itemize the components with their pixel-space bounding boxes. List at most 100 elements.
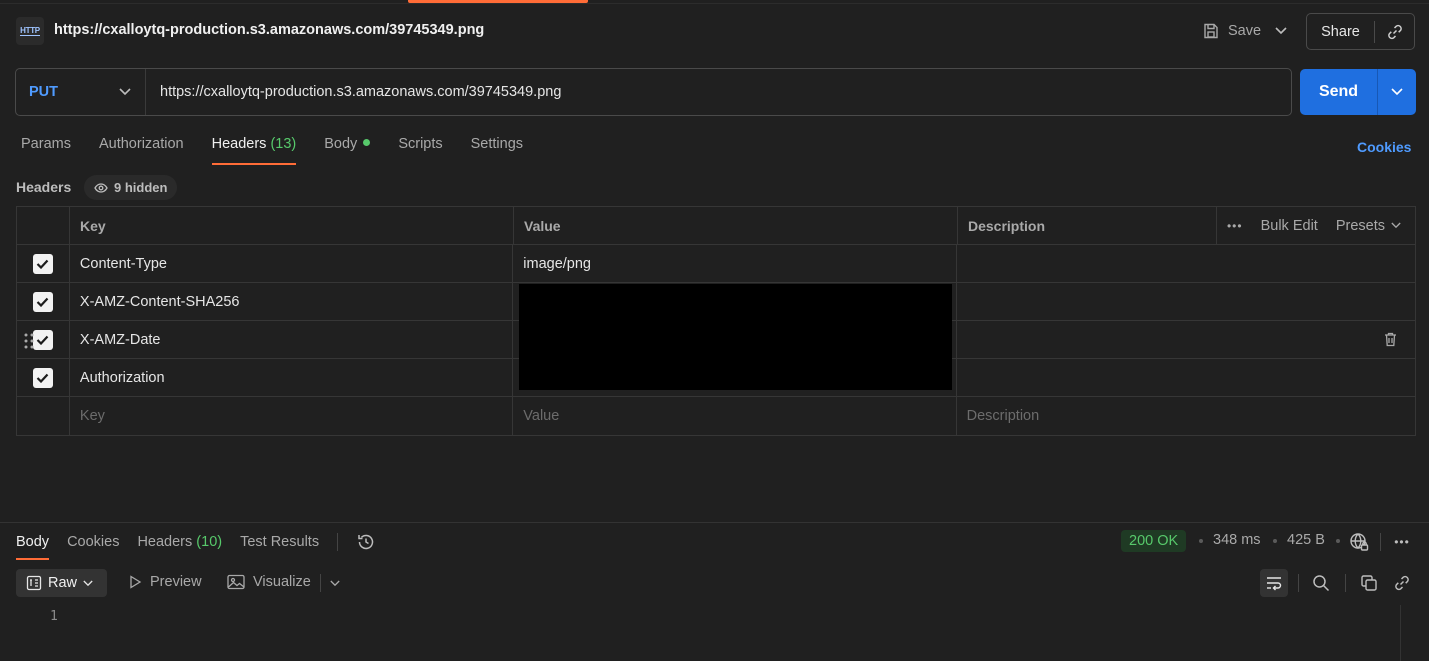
table-row: Content-Type image/png — [17, 245, 1415, 283]
format-selector[interactable]: Raw — [16, 569, 107, 597]
history-icon[interactable] — [356, 532, 376, 552]
copy-link-response-button[interactable] — [1391, 572, 1413, 594]
divider — [1345, 574, 1346, 592]
search-icon — [1313, 575, 1330, 592]
row-select — [17, 321, 70, 358]
tab-params[interactable]: Params — [21, 136, 71, 162]
divider — [320, 574, 321, 592]
response-tab-headers[interactable]: Headers (10) — [137, 534, 222, 559]
method-selector[interactable]: PUT — [16, 69, 146, 115]
header-key-cell[interactable]: Authorization — [70, 359, 514, 396]
divider — [337, 533, 339, 551]
response-tab-cookies[interactable]: Cookies — [67, 534, 119, 559]
header-value-cell[interactable]: image/png — [513, 245, 957, 282]
header-description-cell[interactable] — [957, 283, 1415, 320]
row-checkbox[interactable] — [32, 329, 53, 350]
separator-dot — [1199, 539, 1203, 543]
chevron-down-icon — [83, 580, 93, 586]
copy-link-button[interactable] — [1375, 23, 1414, 41]
response-headers-label: Headers — [137, 534, 193, 550]
response-headers-count: (10) — [196, 534, 223, 550]
table-header-row: Key Value Description ••• Bulk Edit Pres… — [17, 207, 1415, 245]
divider — [1380, 533, 1381, 551]
headers-section-label: Headers — [16, 179, 72, 195]
header-description-cell[interactable] — [957, 245, 1415, 282]
new-key-input[interactable]: Key — [70, 397, 514, 435]
response-tab-body[interactable]: Body — [16, 534, 50, 560]
scrollbar[interactable] — [1400, 605, 1401, 661]
method-label: PUT — [29, 84, 58, 100]
visualize-button[interactable]: Visualize — [227, 574, 311, 590]
globe-lock-icon — [1350, 533, 1369, 551]
send-button[interactable]: Send — [1300, 69, 1378, 115]
status-badge[interactable]: 200 OK — [1121, 530, 1187, 552]
url-input[interactable] — [146, 69, 1291, 115]
drag-handle-icon[interactable] — [24, 333, 34, 349]
save-options-button[interactable] — [1270, 17, 1292, 45]
row-checkbox[interactable] — [32, 367, 53, 388]
share-group: Share — [1306, 13, 1415, 50]
more-options-icon[interactable]: ••• — [1227, 219, 1243, 233]
column-key: Key — [70, 207, 514, 244]
body-indicator-dot — [363, 139, 371, 146]
row-select — [17, 283, 70, 320]
search-button[interactable] — [1310, 572, 1332, 594]
table-row-new: Key Value Description — [17, 397, 1415, 435]
header-key-cell[interactable]: Content-Type — [70, 245, 514, 282]
image-icon — [227, 574, 245, 590]
preview-button[interactable]: Preview — [128, 574, 202, 590]
network-info-button[interactable] — [1348, 531, 1370, 553]
bulk-edit-button[interactable]: Bulk Edit — [1261, 218, 1318, 234]
header-description-cell[interactable] — [957, 359, 1415, 396]
cookies-link[interactable]: Cookies — [1357, 139, 1411, 155]
save-button[interactable]: Save — [1196, 17, 1267, 45]
row-checkbox[interactable] — [32, 253, 53, 274]
header-description-cell[interactable] — [957, 321, 1415, 358]
presets-label: Presets — [1335, 217, 1385, 234]
select-column — [17, 207, 70, 244]
trash-icon[interactable] — [1384, 332, 1397, 347]
tab-divider — [0, 3, 1429, 4]
visualize-options-button[interactable] — [326, 574, 344, 592]
link-icon — [1395, 575, 1409, 591]
divider — [1298, 574, 1299, 592]
response-more-button[interactable]: ••• — [1391, 532, 1413, 552]
wrap-lines-button[interactable] — [1260, 569, 1288, 597]
wrap-icon — [1267, 577, 1282, 591]
link-icon — [1387, 24, 1402, 39]
tab-authorization[interactable]: Authorization — [99, 136, 184, 162]
copy-button[interactable] — [1358, 572, 1380, 594]
visualize-label: Visualize — [253, 574, 311, 590]
header-key-cell[interactable]: X-AMZ-Date — [70, 321, 514, 358]
hidden-headers-toggle[interactable]: 9 hidden — [84, 175, 178, 200]
response-divider[interactable] — [0, 522, 1429, 523]
row-select — [17, 359, 70, 396]
chevron-down-icon — [1391, 88, 1403, 96]
column-description: Description — [958, 207, 1217, 244]
response-size[interactable]: 425 B — [1287, 532, 1325, 548]
header-key-cell[interactable]: X-AMZ-Content-SHA256 — [70, 283, 514, 320]
check-icon — [37, 259, 49, 269]
response-time[interactable]: 348 ms — [1213, 532, 1261, 548]
check-icon — [37, 335, 49, 345]
new-value-input[interactable]: Value — [513, 397, 957, 435]
response-tabs: Body Cookies Headers (10) Test Results — [16, 532, 376, 561]
tab-scripts[interactable]: Scripts — [398, 136, 442, 162]
request-tabs: Params Authorization Headers (13) Body S… — [21, 136, 523, 165]
row-select — [17, 245, 70, 282]
row-checkbox[interactable] — [32, 291, 53, 312]
presets-button[interactable]: Presets — [1336, 218, 1401, 234]
tab-headers[interactable]: Headers (13) — [211, 136, 296, 165]
request-title[interactable]: https://cxalloytq-production.s3.amazonaw… — [54, 22, 484, 38]
tab-settings[interactable]: Settings — [471, 136, 523, 162]
http-request-icon: HTTP — [16, 17, 44, 45]
response-tab-test-results[interactable]: Test Results — [240, 534, 319, 559]
table-actions: ••• Bulk Edit Presets — [1217, 207, 1415, 244]
copy-icon — [1361, 575, 1377, 591]
new-description-input[interactable]: Description — [957, 397, 1415, 435]
tab-body[interactable]: Body — [324, 136, 371, 162]
share-button[interactable]: Share — [1307, 20, 1375, 43]
send-options-button[interactable] — [1378, 69, 1416, 115]
hidden-count: 9 hidden — [114, 180, 168, 195]
raw-format-icon — [26, 575, 42, 591]
